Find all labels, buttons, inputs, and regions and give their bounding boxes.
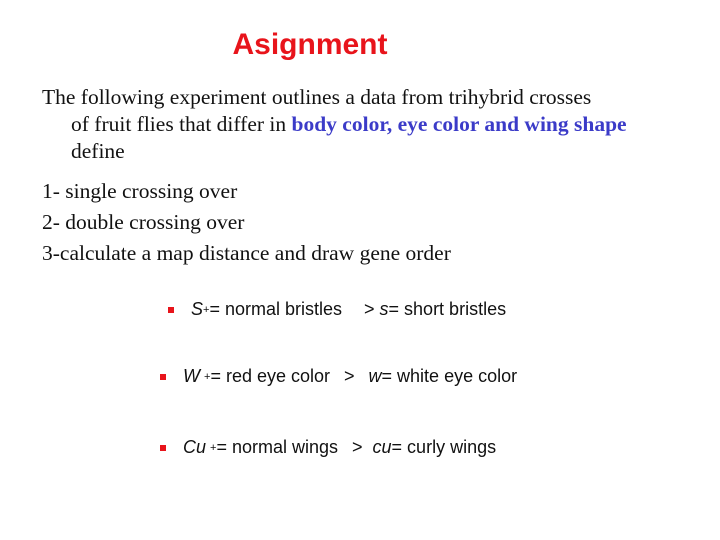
task-item: 2- double crossing over	[42, 210, 245, 234]
task-item: 1- single crossing over	[42, 179, 238, 203]
trait-wing-shape: Cu + = normal wings > cu = curly wings	[160, 437, 496, 458]
recessive-allele: s	[379, 299, 389, 319]
intro-line-2-text: of fruit flies that differ in	[71, 112, 292, 136]
dominant-description: = normal bristles	[209, 299, 343, 319]
bullet-icon	[160, 373, 166, 380]
recessive-description: = short bristles	[388, 299, 507, 319]
dominant-allele: S	[191, 299, 204, 319]
dominant-description: = red eye color	[210, 366, 331, 386]
dominance-sign: >	[364, 299, 375, 319]
traits-highlight: body color, eye color and wing shape	[291, 112, 627, 136]
trait-bristles: S + = normal bristles > s = short bristle…	[168, 299, 506, 320]
intro-line-2: of fruit flies that differ in body color…	[42, 111, 692, 138]
bullet-icon	[160, 444, 166, 451]
intro-line-3: define	[71, 139, 125, 163]
task-item: 3-calculate a map distance and draw gene…	[42, 241, 451, 265]
task-list: 1- single crossing over 2- double crossi…	[42, 176, 451, 269]
recessive-allele: cu	[372, 437, 392, 457]
dominant-allele: W	[183, 366, 200, 386]
dominance-sign: >	[352, 437, 363, 457]
trait-eye-color: W + = red eye color > w = white eye color	[160, 366, 517, 387]
dominant-allele: Cu	[183, 437, 207, 457]
dominant-description: = normal wings	[216, 437, 339, 457]
slide-title: Asignment	[232, 28, 388, 61]
bullet-icon	[168, 306, 174, 313]
dominance-sign: >	[344, 366, 355, 386]
recessive-description: = white eye color	[381, 366, 518, 386]
recessive-description: = curly wings	[391, 437, 497, 457]
intro-line-1: The following experiment outlines a data…	[42, 85, 592, 109]
recessive-allele: w	[368, 366, 382, 386]
intro-paragraph: The following experiment outlines a data…	[42, 84, 692, 165]
